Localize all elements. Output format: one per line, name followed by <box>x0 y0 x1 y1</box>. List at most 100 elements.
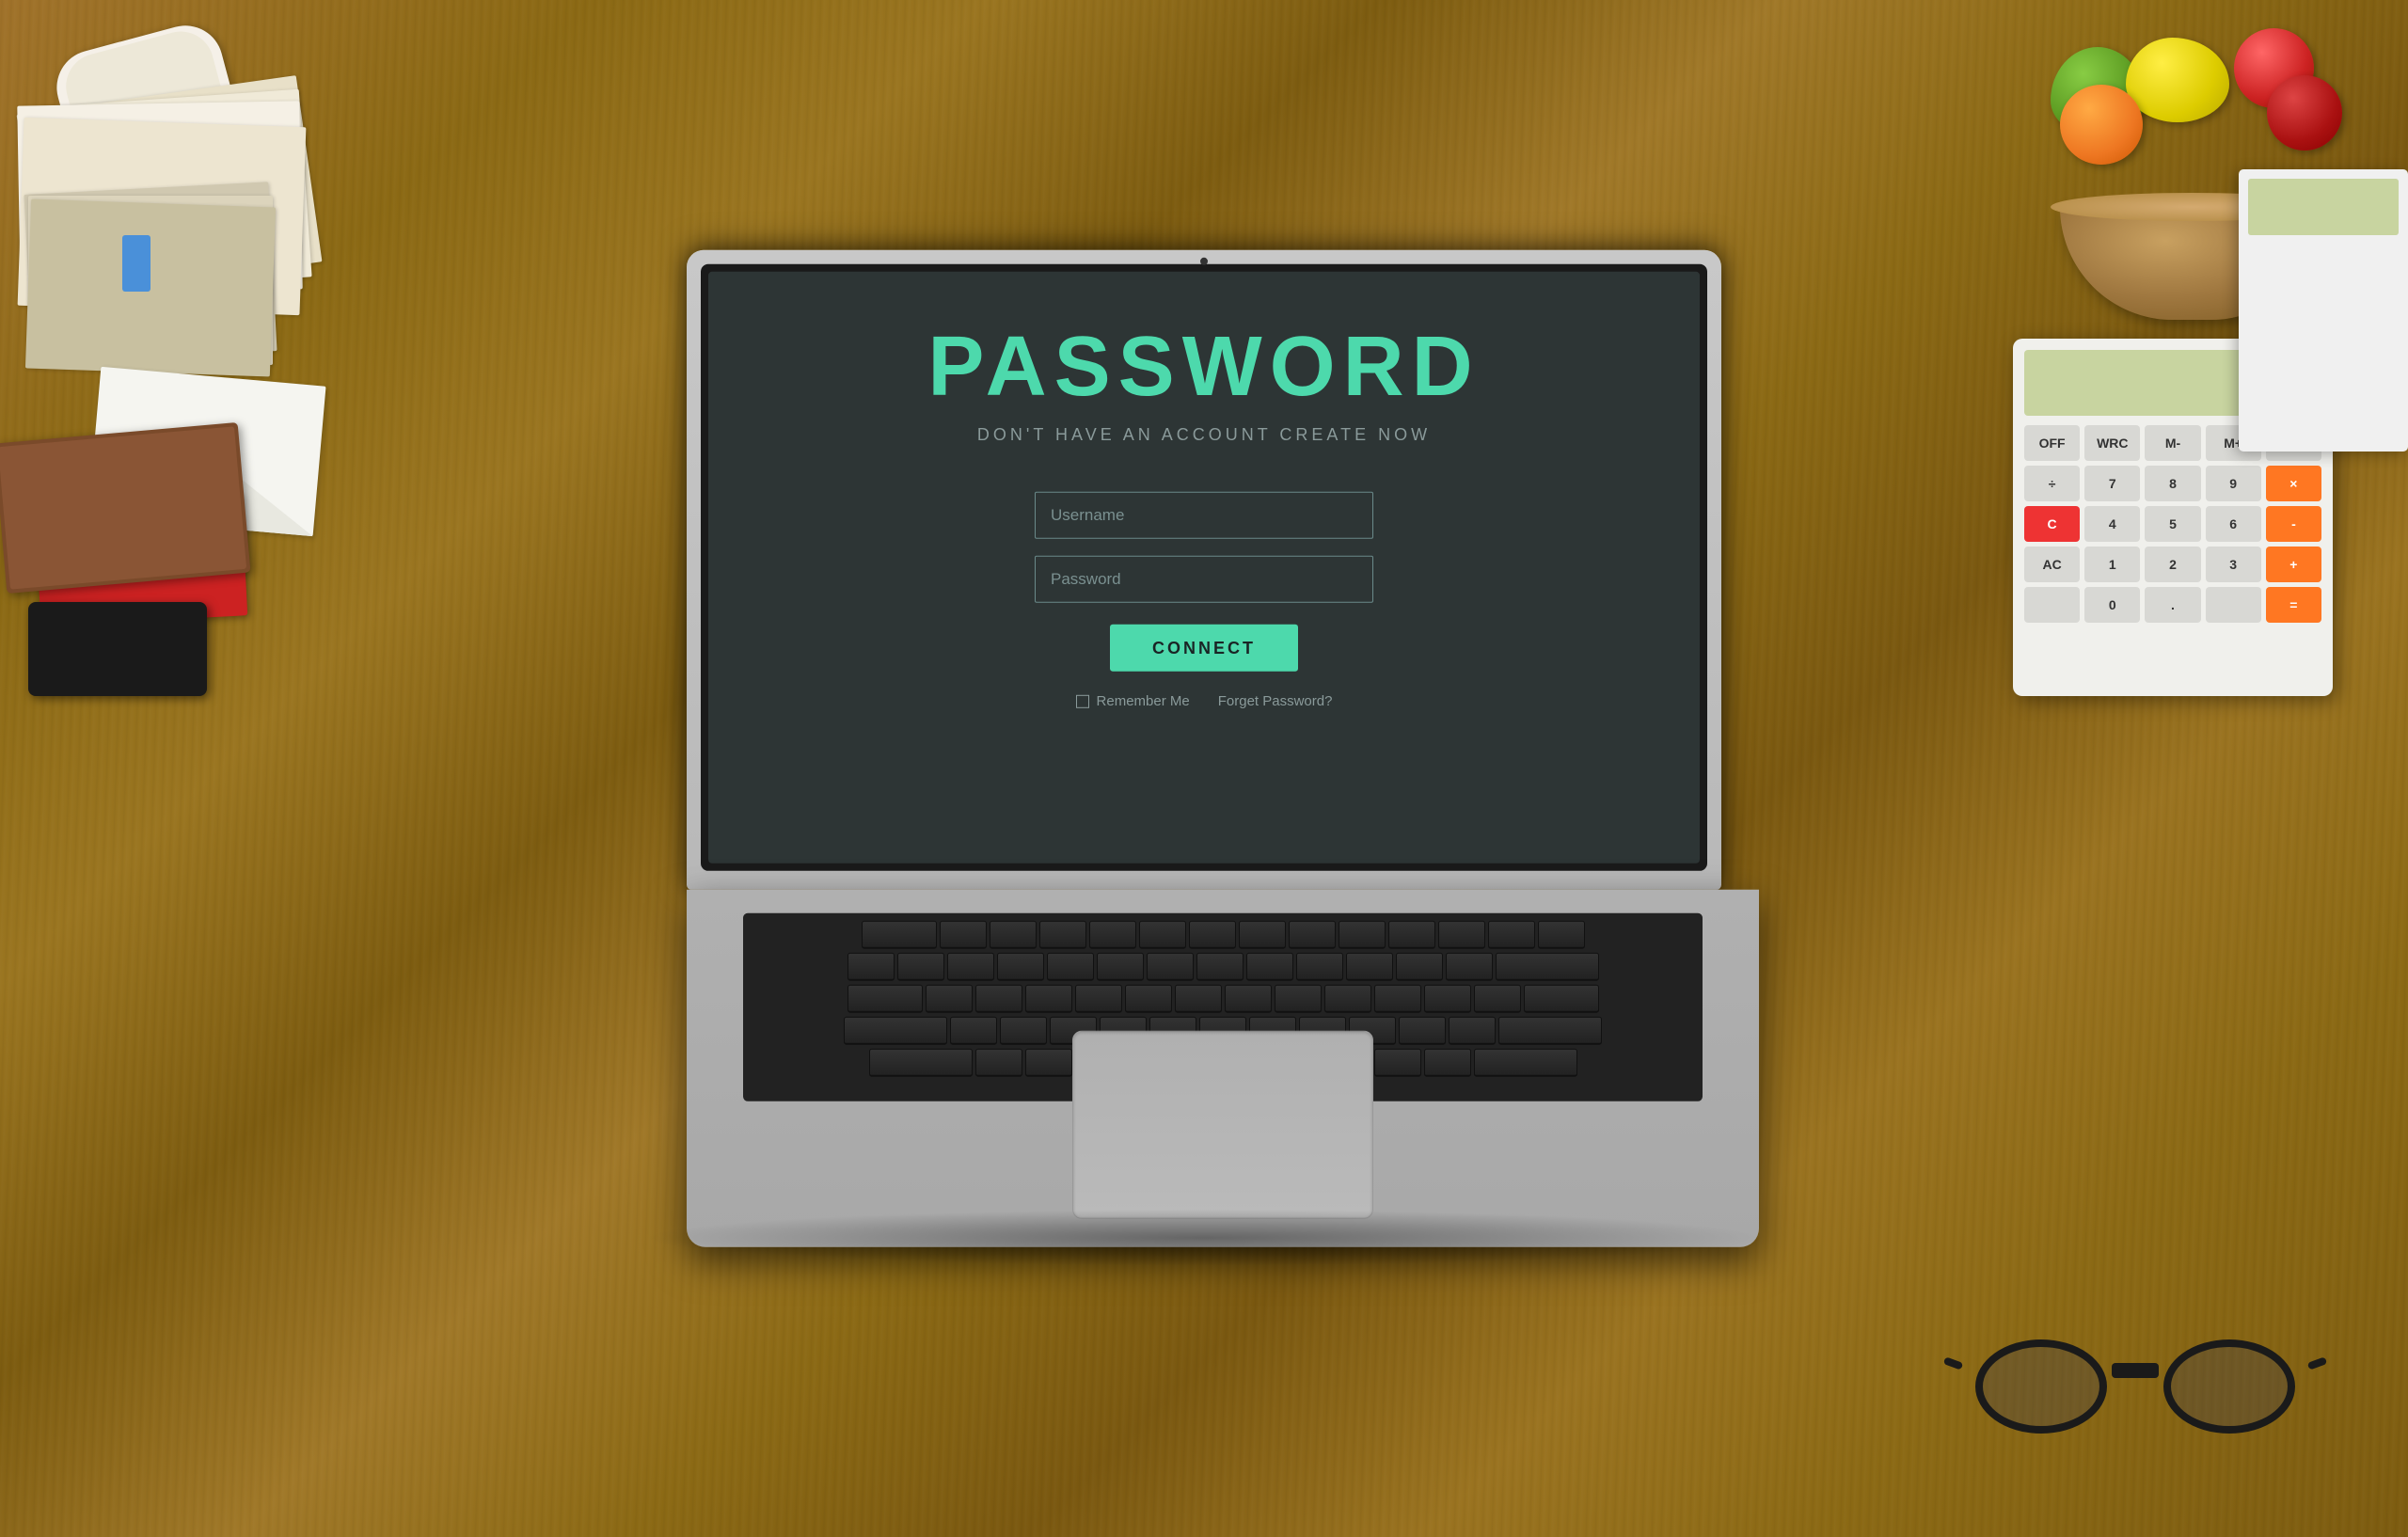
key-esc <box>862 921 937 949</box>
username-input[interactable] <box>1035 492 1373 539</box>
calc-btn-wrc[interactable]: WRC <box>2084 425 2140 461</box>
glasses-frame <box>1956 1330 2314 1443</box>
calc-btn-c[interactable]: C <box>2024 506 2080 542</box>
password-title: PASSWORD <box>927 319 1480 416</box>
forget-password-link[interactable]: Forget Password? <box>1218 693 1333 709</box>
key-i <box>1275 985 1322 1013</box>
calc-btn-9[interactable]: 9 <box>2206 466 2261 501</box>
key-f11 <box>1438 921 1485 949</box>
paper-clip <box>122 235 150 292</box>
calc-btn-4[interactable]: 4 <box>2084 506 2140 542</box>
calc-btn-minus[interactable]: - <box>2266 506 2321 542</box>
key-y <box>1175 985 1222 1013</box>
calc-btn-6[interactable]: 6 <box>2206 506 2261 542</box>
key-f12 <box>1488 921 1535 949</box>
key-fwdslash <box>1424 1049 1471 1077</box>
key-6 <box>1147 953 1194 981</box>
calc-btn-1[interactable]: 1 <box>2084 547 2140 582</box>
calc-btn-equals[interactable]: = <box>2266 587 2321 623</box>
key-tilde <box>848 953 895 981</box>
calc-btn-empty2[interactable] <box>2206 587 2261 623</box>
key-minus <box>1396 953 1443 981</box>
remember-me-checkbox[interactable] <box>1076 694 1089 707</box>
glasses-lens-left <box>1975 1339 2107 1434</box>
screen: PASSWORD DON'T HAVE AN ACCOUNT CREATE NO… <box>708 272 1700 864</box>
create-account-text: DON'T HAVE AN ACCOUNT CREATE NOW <box>977 425 1431 445</box>
key-semi <box>1399 1017 1446 1045</box>
login-form: CONNECT Remember Me Forget Password? <box>1035 492 1373 709</box>
calc-btn-tax+[interactable]: ÷ <box>2024 466 2080 501</box>
laptop-body <box>687 890 1759 1247</box>
brown-wallet <box>0 422 250 594</box>
calc-btn-multiply[interactable]: × <box>2266 466 2321 501</box>
key-5 <box>1097 953 1144 981</box>
calc-btn-off[interactable]: OFF <box>2024 425 2080 461</box>
key-0 <box>1346 953 1393 981</box>
laptop: PASSWORD DON'T HAVE AN ACCOUNT CREATE NO… <box>687 250 1721 1247</box>
trackpad[interactable] <box>1072 1031 1373 1219</box>
key-f4 <box>1089 921 1136 949</box>
key-f6 <box>1189 921 1236 949</box>
keyboard-row-fn <box>751 921 1695 949</box>
connect-button[interactable]: CONNECT <box>1110 625 1298 672</box>
calc-btn-8[interactable]: 8 <box>2145 466 2200 501</box>
key-t <box>1125 985 1172 1013</box>
orange-fruit <box>2060 85 2143 165</box>
laptop-camera <box>1200 258 1208 265</box>
red-apple-2 <box>2267 75 2342 151</box>
key-period <box>1374 1049 1421 1077</box>
key-shift-l <box>869 1049 973 1077</box>
white-device <box>2239 169 2408 452</box>
glasses-lens-right <box>2163 1339 2295 1434</box>
calc-btn-5[interactable]: 5 <box>2145 506 2200 542</box>
laptop-shadow <box>640 1210 1768 1266</box>
key-1 <box>897 953 944 981</box>
key-7 <box>1196 953 1244 981</box>
key-f3 <box>1039 921 1086 949</box>
password-input[interactable] <box>1035 556 1373 603</box>
calc-btn-3[interactable]: 3 <box>2206 547 2261 582</box>
paper <box>25 199 276 377</box>
key-s <box>1000 1017 1047 1045</box>
remember-me-group: Remember Me <box>1076 693 1190 709</box>
key-caps <box>844 1017 947 1045</box>
key-z <box>975 1049 1022 1077</box>
calc-btn-ac[interactable]: AC <box>2024 547 2080 582</box>
key-2 <box>947 953 994 981</box>
calc-btn-dot[interactable]: . <box>2145 587 2200 623</box>
key-eq <box>1446 953 1493 981</box>
left-desk-items <box>0 0 395 564</box>
form-footer: Remember Me Forget Password? <box>1076 693 1333 709</box>
remember-me-label: Remember Me <box>1097 693 1190 709</box>
key-8 <box>1246 953 1293 981</box>
device-screen <box>2248 179 2399 235</box>
key-shift-r <box>1474 1049 1577 1077</box>
calc-btn-m-[interactable]: M- <box>2145 425 2200 461</box>
calc-btn-7[interactable]: 7 <box>2084 466 2140 501</box>
calc-btn-plus[interactable]: + <box>2266 547 2321 582</box>
key-return <box>1524 985 1599 1013</box>
glasses-bridge <box>2112 1363 2159 1378</box>
key-o <box>1324 985 1371 1013</box>
key-4 <box>1047 953 1094 981</box>
key-f1 <box>940 921 987 949</box>
calculator-buttons: OFF WRC M- M+ % ÷ 7 8 9 × C 4 5 6 - AC 1… <box>2024 425 2321 623</box>
key-f9 <box>1339 921 1386 949</box>
key-del <box>1538 921 1585 949</box>
key-u <box>1225 985 1272 1013</box>
key-p <box>1374 985 1421 1013</box>
key-tab <box>848 985 923 1013</box>
key-q <box>926 985 973 1013</box>
calc-btn-0[interactable]: 0 <box>2084 587 2140 623</box>
calc-btn-2[interactable]: 2 <box>2145 547 2200 582</box>
key-a <box>950 1017 997 1045</box>
keyboard-row-qwerty <box>751 985 1695 1013</box>
keyboard-row-2 <box>751 953 1695 981</box>
key-f7 <box>1239 921 1286 949</box>
calc-btn-empty1[interactable] <box>2024 587 2080 623</box>
key-f8 <box>1289 921 1336 949</box>
key-quote <box>1449 1017 1496 1045</box>
key-r <box>1075 985 1122 1013</box>
key-lbracket <box>1424 985 1471 1013</box>
glasses <box>1956 1292 2314 1443</box>
